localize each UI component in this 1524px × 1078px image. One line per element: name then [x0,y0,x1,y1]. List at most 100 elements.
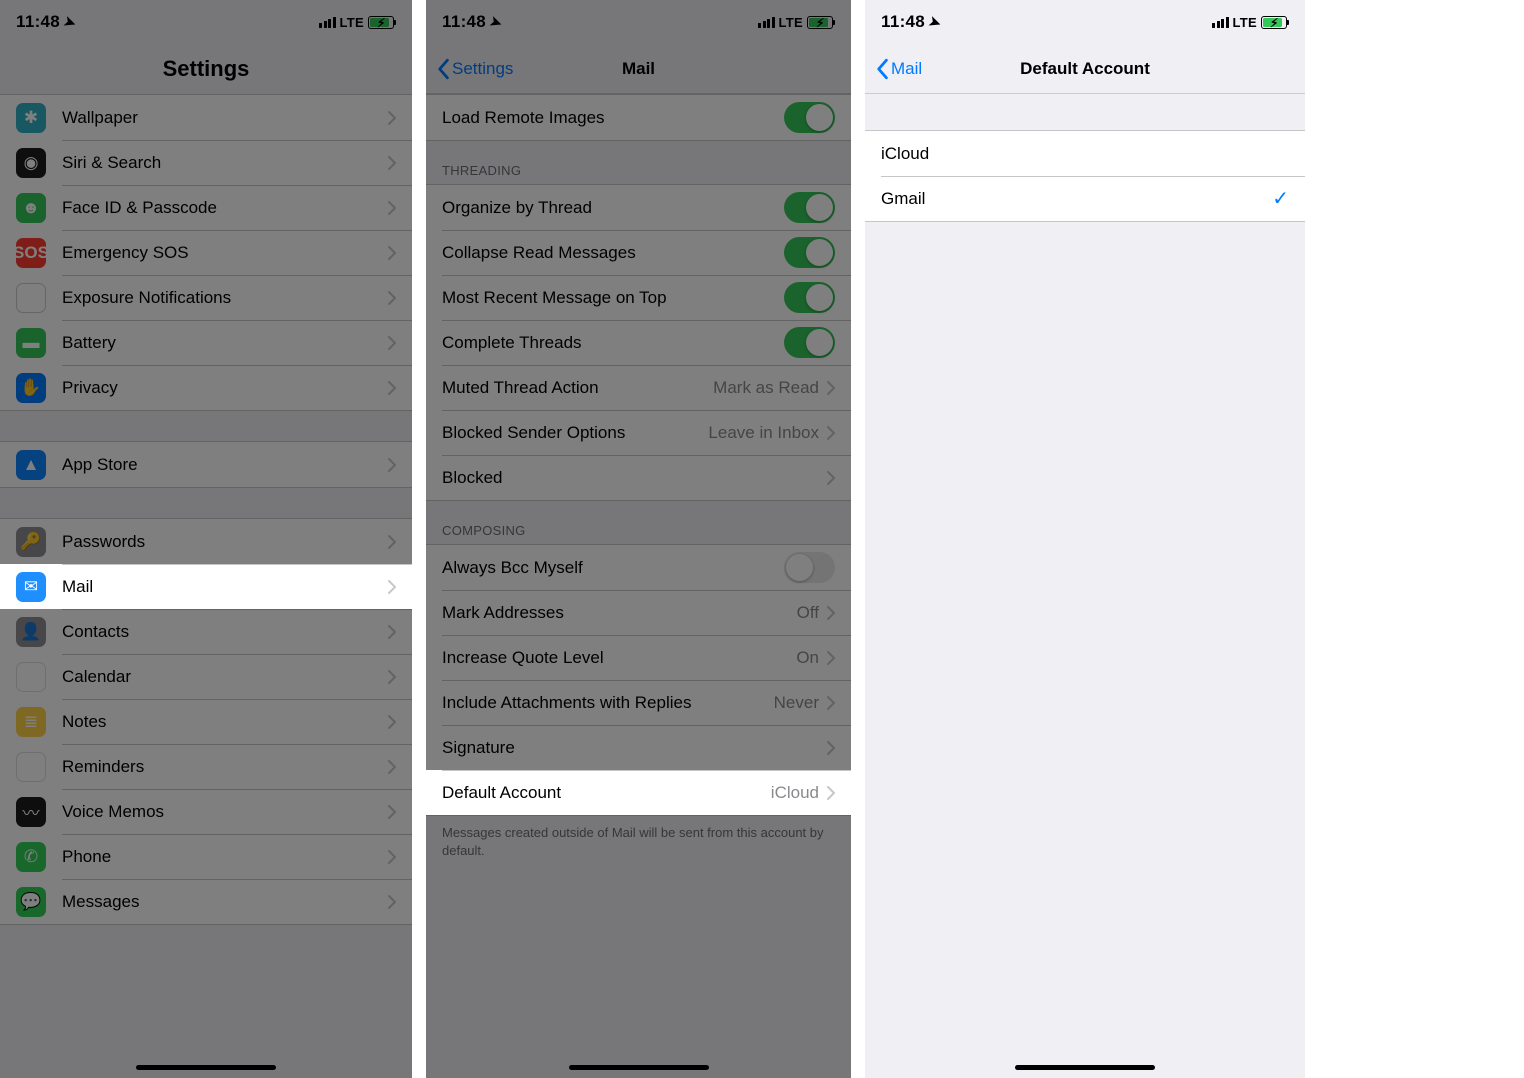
row-label: Gmail [881,189,1272,209]
group-images: Load Remote Images [426,94,851,141]
row-label: Include Attachments with Replies [442,693,774,713]
home-indicator[interactable] [1015,1065,1155,1070]
row-siri-search[interactable]: ◉Siri & Search [0,140,412,185]
row-label: Increase Quote Level [442,648,796,668]
back-label: Mail [891,59,922,79]
row-label: Emergency SOS [62,243,388,263]
app-icon: ▬ [16,328,46,358]
row-increase-quote-level[interactable]: Increase Quote LevelOn [426,635,851,680]
row-notes[interactable]: ≣Notes [0,699,412,744]
row-value: iCloud [771,783,819,803]
checkmark-icon: ✓ [1272,186,1289,211]
row-exposure-notifications[interactable]: ☀Exposure Notifications [0,275,412,320]
row-include-attachments-with-replies[interactable]: Include Attachments with RepliesNever [426,680,851,725]
app-icon: ✉ [16,572,46,602]
row-blocked[interactable]: Blocked [426,455,851,500]
row-label: Default Account [442,783,771,803]
toggle[interactable] [784,237,835,268]
row-icloud[interactable]: iCloud [865,131,1305,176]
home-indicator[interactable] [569,1065,709,1070]
chevron-right-icon [388,336,396,350]
settings-group: ▲App Store [0,441,412,488]
status-bar: 11:48➤ LTE ⚡︎ [426,0,851,44]
chevron-right-icon [388,246,396,260]
app-icon: ●●● [16,662,46,692]
row-organize-by-thread[interactable]: Organize by Thread [426,185,851,230]
toggle[interactable] [784,192,835,223]
row-default-account[interactable]: Default AccountiCloud [426,770,851,815]
row-label: Privacy [62,378,388,398]
row-gmail[interactable]: Gmail✓ [865,176,1305,221]
row-complete-threads[interactable]: Complete Threads [426,320,851,365]
chevron-right-icon [388,201,396,215]
screen-mail-settings: 11:48➤ LTE ⚡︎ Settings Mail Load Remote … [426,0,865,1078]
signal-icon [758,17,775,28]
row-battery[interactable]: ▬ Battery [0,320,412,365]
row-label: Messages [62,892,388,912]
back-button[interactable]: Settings [436,58,513,80]
toggle[interactable] [784,327,835,358]
toggle[interactable] [784,282,835,313]
back-button[interactable]: Mail [875,58,922,80]
row-privacy[interactable]: ✋Privacy [0,365,412,410]
row-calendar[interactable]: ●●● Calendar [0,654,412,699]
nav-bar: Settings [0,44,412,94]
row-load-remote-images[interactable]: Load Remote Images [426,95,851,140]
row-label: Signature [442,738,827,758]
section-footer: Messages created outside of Mail will be… [426,816,851,865]
chevron-right-icon [827,606,835,620]
row-voice-memos[interactable]: 〰Voice Memos [0,789,412,834]
row-value: Off [797,603,819,623]
network-label: LTE [779,15,804,30]
app-icon: SOS [16,238,46,268]
app-icon: ☀ [16,283,46,313]
chevron-left-icon [875,58,889,80]
chevron-right-icon [827,381,835,395]
app-icon: ⦿ [16,752,46,782]
row-label: Passwords [62,532,388,552]
row-signature[interactable]: Signature [426,725,851,770]
row-value: Never [774,693,819,713]
row-label: Blocked Sender Options [442,423,708,443]
settings-group: 🔑Passwords✉Mail👤Contacts ●●● Calendar ≣Note… [0,518,412,925]
row-messages[interactable]: 💬Messages [0,879,412,924]
network-label: LTE [340,15,365,30]
battery-icon: ⚡︎ [1261,16,1287,29]
row-reminders[interactable]: ⦿Reminders [0,744,412,789]
signal-icon [1212,17,1229,28]
row-blocked-sender-options[interactable]: Blocked Sender OptionsLeave in Inbox [426,410,851,455]
chevron-right-icon [827,786,835,800]
chevron-right-icon [388,111,396,125]
row-label: Blocked [442,468,827,488]
row-label: Calendar [62,667,388,687]
row-label: Mark Addresses [442,603,797,623]
row-mark-addresses[interactable]: Mark AddressesOff [426,590,851,635]
row-label: Battery [62,333,388,353]
row-label: Notes [62,712,388,732]
network-label: LTE [1233,15,1258,30]
row-label: Wallpaper [62,108,388,128]
row-most-recent-message-on-top[interactable]: Most Recent Message on Top [426,275,851,320]
row-passwords[interactable]: 🔑Passwords [0,519,412,564]
row-emergency-sos[interactable]: SOS Emergency SOS [0,230,412,275]
row-label: Muted Thread Action [442,378,713,398]
row-wallpaper[interactable]: ✱Wallpaper [0,95,412,140]
row-face-id-passcode[interactable]: ☻Face ID & Passcode [0,185,412,230]
row-label: App Store [62,455,388,475]
home-indicator[interactable] [136,1065,276,1070]
battery-icon: ⚡︎ [368,16,394,29]
toggle[interactable] [784,102,835,133]
row-collapse-read-messages[interactable]: Collapse Read Messages [426,230,851,275]
row-phone[interactable]: ✆Phone [0,834,412,879]
chevron-right-icon [827,651,835,665]
row-always-bcc-myself[interactable]: Always Bcc Myself [426,545,851,590]
row-muted-thread-action[interactable]: Muted Thread ActionMark as Read [426,365,851,410]
group-threading: Organize by ThreadCollapse Read Messages… [426,184,851,501]
row-mail[interactable]: ✉Mail [0,564,412,609]
row-label: Contacts [62,622,388,642]
row-app-store[interactable]: ▲App Store [0,442,412,487]
page-title: Settings [10,56,402,82]
toggle[interactable] [784,552,835,583]
location-icon: ➤ [488,12,505,32]
row-contacts[interactable]: 👤Contacts [0,609,412,654]
